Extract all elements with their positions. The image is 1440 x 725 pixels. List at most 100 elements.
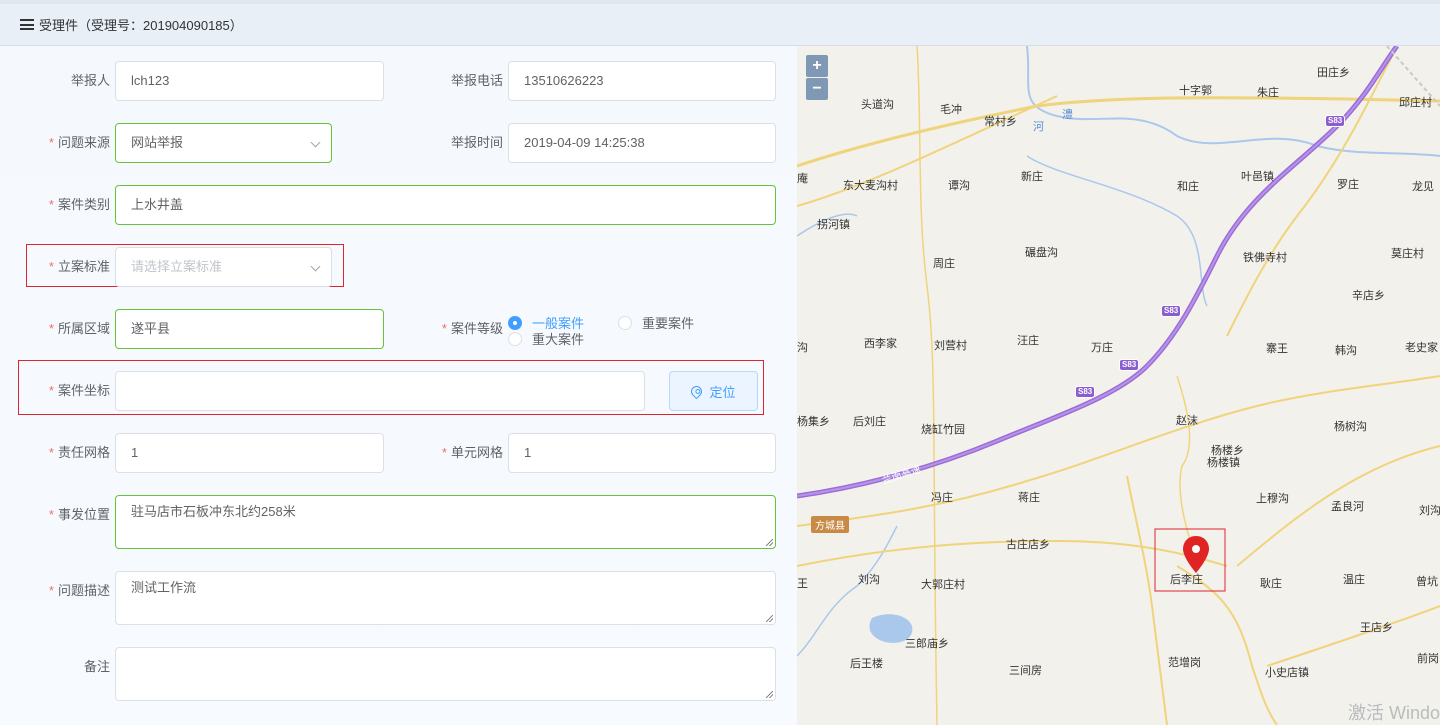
case-type-label: * 案件类别	[48, 197, 110, 212]
activation-watermark: 激活 Windo	[1347, 703, 1440, 723]
map-roads	[797, 46, 1440, 725]
map-place-label: 谭沟	[948, 180, 970, 192]
map-place-label: 沟	[797, 342, 808, 354]
map-place-label: 常村乡	[984, 116, 1017, 128]
resp-grid-label: * 责任网格	[48, 445, 110, 460]
remarks-textarea[interactable]	[115, 647, 776, 701]
map-place-label: 寨王	[1266, 343, 1288, 355]
reporter-input[interactable]: lch123	[115, 61, 384, 101]
resize-handle-icon[interactable]	[766, 615, 773, 622]
map-place-label: 东大麦沟村	[843, 180, 898, 192]
map-place-label: 后李庄	[1170, 574, 1203, 586]
reporter-label: 举报人	[70, 73, 110, 88]
report-time-label: 举报时间	[450, 135, 503, 150]
map-view[interactable]: + − 田庄乡 十字郭 朱庄 邱庄村 头道沟 毛冲 常村乡 河 澧 庵 东大麦沟…	[797, 46, 1440, 725]
map-place-label: 新庄	[1021, 171, 1043, 183]
map-place-label: 老史家	[1405, 342, 1438, 354]
map-place-label: 后王楼	[850, 658, 883, 670]
description-label: * 问题描述	[48, 583, 110, 598]
chevron-down-icon	[310, 137, 321, 148]
phone-input[interactable]: 13510626223	[508, 61, 776, 101]
remarks-label: 备注	[83, 659, 110, 674]
map-place-label: 冯庄	[931, 492, 953, 504]
map-place-label: 西李家	[864, 338, 897, 350]
map-place-label: 刘沟	[1419, 505, 1440, 517]
county-label: 方城县	[811, 516, 849, 533]
map-place-label: 杨树沟	[1334, 421, 1367, 433]
map-place-label: 杨楼镇	[1207, 457, 1240, 469]
map-place-label: 耿庄	[1260, 578, 1282, 590]
map-place-label: 十字郭	[1179, 85, 1212, 97]
map-place-label: 蒋庄	[1018, 492, 1040, 504]
map-place-label: 杨集乡	[797, 416, 830, 428]
source-select[interactable]: 网站举报	[115, 123, 332, 163]
level-option-important[interactable]: 重要案件	[618, 313, 694, 332]
map-place-label: 烧缸竹园	[921, 424, 965, 436]
map-place-label: 河	[1033, 121, 1044, 133]
report-time-input[interactable]: 2019-04-09 14:25:38	[508, 123, 776, 163]
district-label: * 所属区域	[48, 321, 110, 336]
map-place-label: 曾坑	[1416, 576, 1438, 588]
radio-icon	[618, 315, 632, 330]
description-textarea[interactable]: 测试工作流	[115, 571, 776, 625]
zoom-in-button[interactable]: +	[806, 55, 828, 77]
standard-label: * 立案标准	[48, 259, 110, 274]
resize-handle-icon[interactable]	[766, 691, 773, 698]
highway-shield: S83	[1161, 305, 1182, 317]
standard-select[interactable]: 请选择立案标准	[115, 247, 332, 287]
location-pin-icon	[689, 383, 705, 399]
map-place-label: 铁佛寺村	[1243, 252, 1287, 264]
map-place-label: 万庄	[1091, 342, 1113, 354]
highway-shield: S83	[1075, 386, 1096, 398]
source-label: * 问题来源	[48, 135, 110, 150]
map-place-label: 汪庄	[1017, 335, 1039, 347]
highway-shield: S83	[1119, 359, 1140, 371]
map-place-label: 和庄	[1177, 181, 1199, 193]
district-input[interactable]: 遂平县	[115, 309, 384, 349]
map-place-label: 叶邑镇	[1241, 171, 1274, 183]
map-place-label: 韩沟	[1335, 345, 1357, 357]
locate-button[interactable]: 定位	[669, 371, 758, 411]
case-form: 举报人 lch123 举报电话 13510626223 * 问题来源 网站举报 举…	[0, 46, 797, 725]
chevron-down-icon	[310, 261, 321, 272]
map-place-label: 毛冲	[940, 104, 962, 116]
location-textarea[interactable]: 驻马店市石板冲东北约258米	[115, 495, 776, 549]
menu-icon	[20, 19, 34, 30]
map-place-label: 三郎庙乡	[905, 638, 949, 650]
zoom-out-button[interactable]: −	[806, 78, 828, 100]
map-place-label: 朱庄	[1257, 87, 1279, 99]
map-place-label: 辛店乡	[1352, 290, 1385, 302]
highway-shield: S83	[1325, 115, 1346, 127]
radio-checked-icon	[508, 315, 522, 330]
map-place-label: 头道沟	[861, 99, 894, 111]
panel-header: 受理件（受理号：201904090185）	[0, 0, 1440, 46]
map-place-label: 拐河镇	[817, 219, 850, 231]
radio-icon	[508, 331, 522, 346]
map-place-label: 古庄店乡	[1006, 539, 1050, 551]
phone-label: 举报电话	[450, 73, 503, 88]
map-place-label: 小史店镇	[1265, 667, 1309, 679]
map-marker-icon	[1183, 536, 1209, 573]
map-place-label: 莫庄村	[1391, 248, 1424, 260]
location-label: * 事发位置	[48, 507, 110, 522]
map-place-label: 后刘庄	[853, 416, 886, 428]
resize-handle-icon[interactable]	[766, 539, 773, 546]
map-place-label: 碾盘沟	[1025, 247, 1058, 259]
map-place-label: 范增岗	[1168, 657, 1201, 669]
case-type-input[interactable]: 上水井盖	[115, 185, 776, 225]
map-place-label: 王店乡	[1360, 622, 1393, 634]
map-place-label: 田庄乡	[1317, 67, 1350, 79]
map-place-label: 赵沫	[1176, 415, 1198, 427]
coords-input[interactable]	[115, 371, 645, 411]
unit-grid-input[interactable]: 1	[508, 433, 776, 473]
map-place-label: 澧	[1062, 109, 1073, 121]
map-place-label: 周庄	[933, 258, 955, 270]
map-place-label: 大郭庄村	[921, 579, 965, 591]
level-option-major[interactable]: 重大案件	[508, 329, 584, 348]
map-place-label: 刘营村	[934, 340, 967, 352]
map-place-label: 温庄	[1343, 574, 1365, 586]
map-place-label: 上穆沟	[1256, 493, 1289, 505]
map-place-label: 三间房	[1009, 665, 1042, 677]
resp-grid-input[interactable]: 1	[115, 433, 384, 473]
map-place-label: 王	[797, 578, 808, 590]
